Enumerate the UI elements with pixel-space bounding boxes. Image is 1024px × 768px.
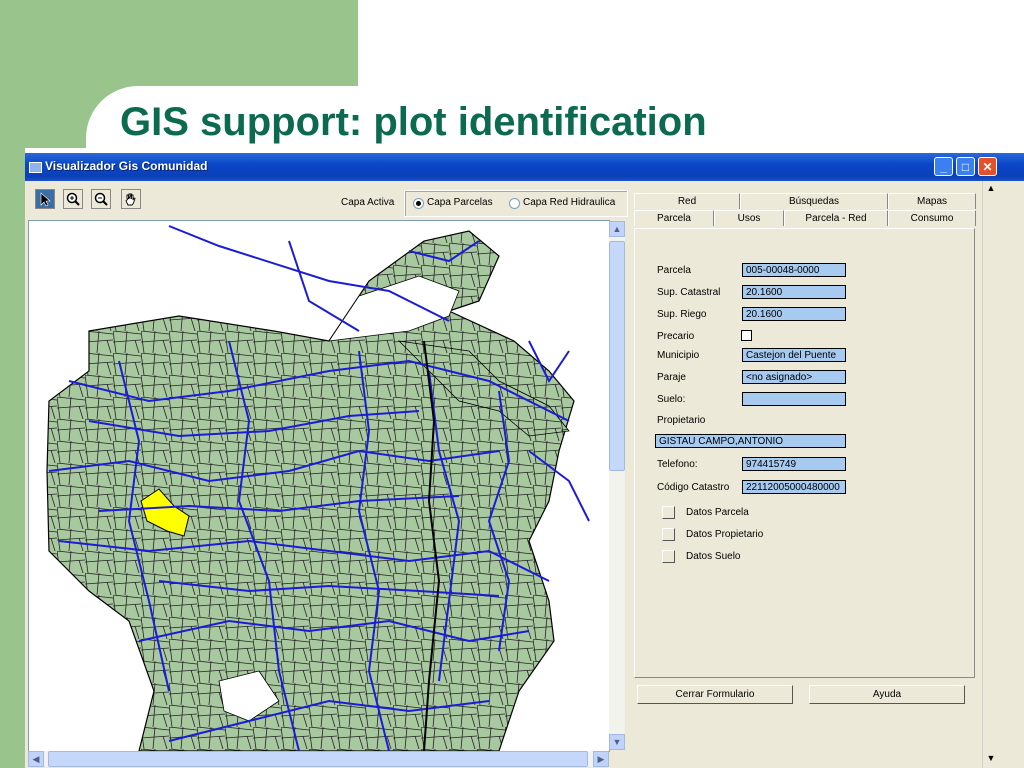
capa-parcelas-radio[interactable] xyxy=(413,198,424,209)
sup-riego-label: Sup. Riego xyxy=(657,309,707,320)
zoom-out-icon[interactable] xyxy=(91,189,111,209)
tab-red[interactable]: Red xyxy=(634,193,740,209)
datos-parcela-button[interactable] xyxy=(662,506,675,519)
municipio-field[interactable]: Castejon del Puente xyxy=(742,348,846,362)
municipio-label: Municipio xyxy=(657,350,700,361)
close-button[interactable]: ✕ xyxy=(978,157,997,176)
datos-parcela-label: Datos Parcela xyxy=(686,507,749,518)
horizontal-scroll-thumb[interactable] xyxy=(48,751,588,767)
parcela-label: Parcela xyxy=(657,265,691,276)
propietario-field[interactable]: GISTAU CAMPO,ANTONIO xyxy=(655,434,846,448)
app-icon xyxy=(29,162,42,173)
capa-parcelas-label[interactable]: Capa Parcelas xyxy=(427,197,493,208)
datos-suelo-button[interactable] xyxy=(662,550,675,563)
scroll-down-arrow-icon[interactable]: ▼ xyxy=(609,734,625,750)
scroll-right-arrow-icon[interactable]: ▶ xyxy=(593,751,609,767)
telefono-field[interactable]: 974415749 xyxy=(742,457,846,471)
ayuda-button[interactable]: Ayuda xyxy=(809,685,965,704)
codigo-catastro-label: Código Catastro xyxy=(657,482,730,493)
tab-usos[interactable]: Usos xyxy=(714,210,784,226)
datos-propietario-label: Datos Propietario xyxy=(686,529,764,540)
tab-parcela[interactable]: Parcela xyxy=(634,210,714,226)
datos-suelo-label: Datos Suelo xyxy=(686,551,741,562)
parcela-field[interactable]: 005-00048-0000 xyxy=(742,263,846,277)
window-vertical-scrollbar[interactable]: ▲ ▼ xyxy=(982,181,999,768)
codigo-catastro-field[interactable]: 22112005000480000 xyxy=(742,480,846,494)
slide-decoration-strip xyxy=(0,0,25,768)
window-title: Visualizador Gis Comunidad xyxy=(45,159,208,173)
capa-red-radio[interactable] xyxy=(509,198,520,209)
tab-busquedas[interactable]: Búsquedas xyxy=(740,193,888,209)
active-layer-group: Capa Parcelas Capa Red Hidraulica xyxy=(404,190,628,217)
sup-riego-field[interactable]: 20.1600 xyxy=(742,307,846,321)
scroll-left-arrow-icon[interactable]: ◀ xyxy=(28,751,44,767)
maximize-button[interactable]: □ xyxy=(956,157,975,176)
datos-propietario-button[interactable] xyxy=(662,528,675,541)
capa-red-label[interactable]: Capa Red Hidraulica xyxy=(523,197,615,208)
tab-parcela-red[interactable]: Parcela - Red xyxy=(784,210,888,226)
tab-row-back: Red Búsquedas Mapas xyxy=(634,193,976,210)
suelo-label: Suelo: xyxy=(657,394,686,405)
sup-catastral-label: Sup. Catastral xyxy=(657,287,721,298)
zoom-in-icon[interactable] xyxy=(63,189,83,209)
gis-viewer-window: Visualizador Gis Comunidad _ □ ✕ Capa Ac… xyxy=(25,153,1024,768)
active-layer-label: Capa Activa xyxy=(341,197,395,208)
map-canvas[interactable] xyxy=(28,220,610,752)
paraje-field[interactable]: <no asignado> xyxy=(742,370,846,384)
window-scroll-down-icon[interactable]: ▼ xyxy=(983,751,999,767)
sup-catastral-field[interactable]: 20.1600 xyxy=(742,285,846,299)
precario-checkbox[interactable] xyxy=(741,330,752,341)
cerrar-formulario-button[interactable]: Cerrar Formulario xyxy=(637,685,793,704)
paraje-label: Paraje xyxy=(657,372,686,383)
map-vertical-scrollbar[interactable]: ▲ ▼ xyxy=(609,221,625,750)
telefono-label: Telefono: xyxy=(657,459,698,470)
vertical-scroll-thumb[interactable] xyxy=(609,241,625,471)
suelo-field[interactable] xyxy=(742,392,846,406)
scroll-up-arrow-icon[interactable]: ▲ xyxy=(609,221,625,237)
map-horizontal-scrollbar[interactable]: ◀ ▶ xyxy=(28,751,609,767)
tab-mapas[interactable]: Mapas xyxy=(888,193,976,209)
window-titlebar[interactable]: Visualizador Gis Comunidad _ □ ✕ xyxy=(25,153,1024,181)
pan-hand-icon[interactable] xyxy=(121,189,141,209)
precario-label: Precario xyxy=(657,331,695,342)
parcel-map xyxy=(46,225,590,751)
propietario-label: Propietario xyxy=(657,415,706,426)
window-scroll-up-icon[interactable]: ▲ xyxy=(983,181,999,197)
minimize-button[interactable]: _ xyxy=(934,157,953,176)
select-arrow-icon[interactable] xyxy=(35,189,55,209)
tab-consumo[interactable]: Consumo xyxy=(888,210,976,226)
slide-title: GIS support: plot identification xyxy=(120,100,707,144)
tab-row-front: Parcela Usos Parcela - Red Consumo xyxy=(634,210,976,227)
